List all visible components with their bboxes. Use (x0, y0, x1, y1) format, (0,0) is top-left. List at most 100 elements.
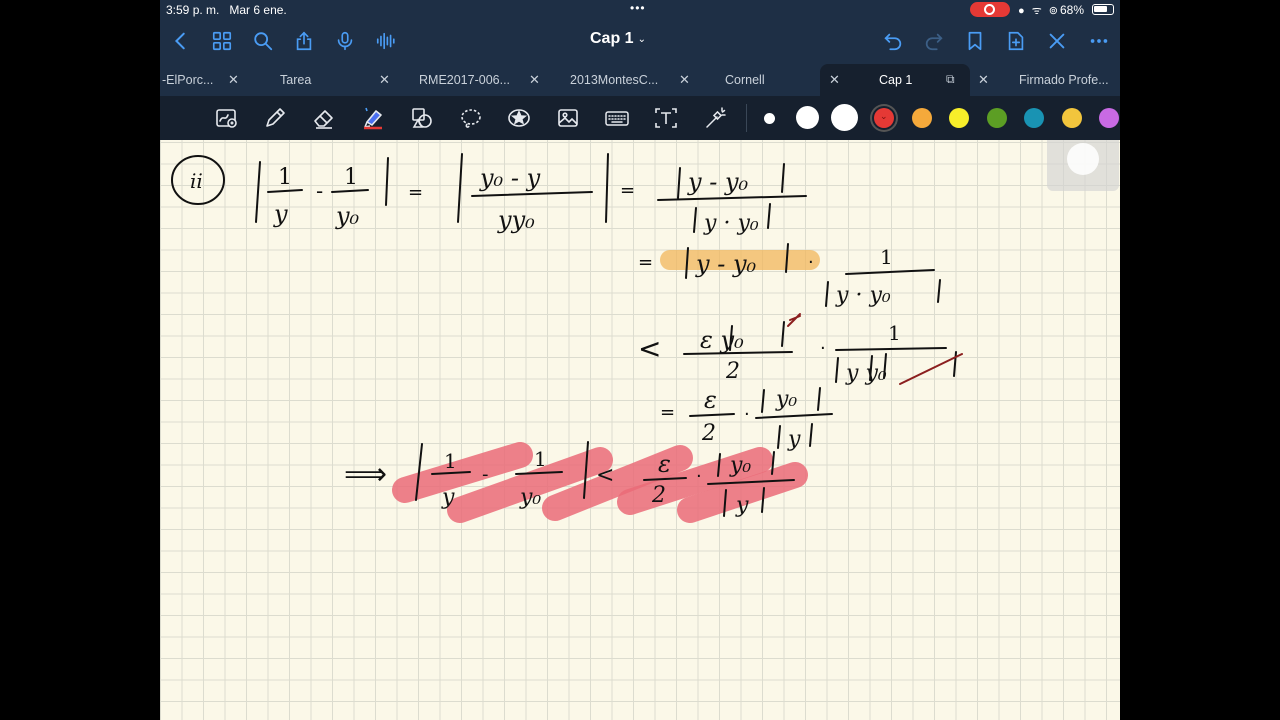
shapes-icon[interactable] (408, 104, 436, 132)
screen-recording-icon[interactable] (970, 2, 1010, 17)
tab-label: 2013MontesC... (570, 73, 659, 87)
keyboard-icon[interactable] (603, 104, 631, 132)
document-title[interactable]: Cap 1 ⌄ (590, 30, 646, 48)
chevron-down-icon: ⌄ (637, 33, 646, 45)
battery-percent: 68% (1060, 3, 1085, 17)
tab-label: RME2017-006... (419, 73, 511, 87)
tab-cornell[interactable]: Cornell (705, 64, 820, 96)
fraction-bar (755, 413, 833, 419)
crossed-exponent (787, 313, 801, 327)
tab-close-icon[interactable]: ✕ (379, 72, 390, 88)
tab-tarea[interactable]: Tarea ✕ (255, 64, 405, 96)
microphone-icon[interactable] (332, 28, 358, 54)
numerator: 1 (344, 165, 358, 190)
toolbar-divider (746, 104, 747, 132)
numerator: 1 (880, 245, 893, 269)
tab-label: Cornell (725, 73, 765, 87)
notebook-page[interactable]: ii 1 y - 1 y₀ = y₀ - y yy₀ = y - y₀ y · … (160, 140, 1120, 720)
handwritten-notes: ii 1 y - 1 y₀ = y₀ - y yy₀ = y - y₀ y · … (171, 153, 963, 523)
add-page-icon[interactable] (1003, 28, 1029, 54)
numerator: y₀ (775, 387, 797, 412)
implies-arrow: ⟹ (344, 457, 387, 492)
pen-size-large[interactable] (831, 104, 858, 131)
numerator: 1 (278, 165, 292, 190)
highlighter-icon[interactable] (359, 104, 387, 132)
color-swatch-purple[interactable] (1099, 108, 1119, 128)
status-date: Mar 6 ene. (229, 3, 287, 17)
denominator: y (441, 485, 455, 510)
denominator: 2 (725, 359, 740, 384)
close-icon[interactable] (1044, 28, 1070, 54)
pen-icon[interactable] (261, 104, 289, 132)
tab-bar: -ElPorc... ✕ Tarea ✕ RME2017-006... ✕ 20… (160, 64, 1120, 96)
numerator: 1 (888, 321, 901, 345)
wifi-icon: ● ᯤ ⊚ (1018, 5, 1061, 17)
fraction-bar (657, 195, 807, 201)
dot: · (820, 338, 826, 359)
color-swatch-green[interactable] (987, 108, 1007, 128)
zoom-handle[interactable] (1047, 140, 1119, 191)
tab-close-icon[interactable]: ✕ (228, 72, 239, 88)
color-swatch-orange[interactable] (912, 108, 932, 128)
tab-label: Firmado Profe... (1019, 73, 1109, 87)
laser-pointer-icon[interactable] (701, 104, 729, 132)
status-time: 3:59 p. m. Mar 6 ene. (166, 3, 287, 17)
eraser-icon[interactable] (310, 104, 338, 132)
minus-sign: - (482, 464, 489, 485)
tab-close-icon[interactable]: ✕ (529, 72, 540, 88)
color-swatch-teal[interactable] (1024, 108, 1044, 128)
denominator: y (787, 427, 801, 452)
fraction-bar (471, 191, 593, 197)
color-swatch-gold[interactable] (1062, 108, 1082, 128)
fraction-bar (689, 413, 735, 417)
denominator: y₀ (335, 202, 360, 230)
zoom-window-icon[interactable] (213, 104, 241, 132)
tab-close-icon[interactable]: ✕ (829, 72, 840, 88)
text-box-icon[interactable] (652, 104, 680, 132)
status-bar: 3:59 p. m. Mar 6 ene. ••• ● ᯤ ⊚ 68% (160, 0, 1120, 20)
undo-icon[interactable] (880, 28, 906, 54)
search-icon[interactable] (250, 28, 276, 54)
numerator: 1 (534, 447, 547, 471)
fraction-bar (845, 269, 935, 275)
image-icon[interactable] (554, 104, 582, 132)
denominator: y (735, 493, 749, 518)
redo-icon[interactable] (921, 28, 947, 54)
dot: · (744, 404, 750, 425)
document-title-label: Cap 1 (590, 30, 634, 47)
denominator-expression: y · y₀ (835, 283, 891, 308)
more-options-icon[interactable] (1086, 28, 1112, 54)
color-swatch-red[interactable]: ⌄ (874, 108, 894, 128)
tab-label: -ElPorc... (162, 73, 214, 87)
numerator: ε (704, 386, 717, 414)
denominator: 2 (651, 483, 666, 508)
numerator: y₀ (729, 453, 751, 478)
split-view-icon[interactable]: ⧉ (946, 72, 955, 87)
pen-size-medium[interactable] (796, 106, 819, 129)
back-icon[interactable] (168, 28, 194, 54)
tab-rme2017[interactable]: RME2017-006... ✕ (405, 64, 555, 96)
bookmark-icon[interactable] (962, 28, 988, 54)
tab-cap1[interactable]: ✕ Cap 1 ⧉ (820, 64, 970, 96)
color-swatch-yellow[interactable] (949, 108, 969, 128)
denominator-expression: y y₀ (845, 361, 887, 386)
multitask-dots-icon[interactable]: ••• (630, 1, 646, 15)
equals-sign: = (620, 180, 635, 201)
numerator-expression: y - y₀ (687, 168, 749, 196)
lasso-icon[interactable] (457, 104, 485, 132)
tab-2013montes[interactable]: 2013MontesC... ✕ (555, 64, 705, 96)
audio-waveform-icon[interactable] (373, 28, 399, 54)
denominator-expression: y · y₀ (703, 211, 759, 236)
tab-close-icon[interactable]: ✕ (679, 72, 690, 88)
elements-star-icon[interactable] (505, 104, 533, 132)
tab-label: Tarea (280, 73, 312, 87)
denominator: 2 (701, 421, 716, 446)
cancel-stroke (899, 353, 963, 385)
tab-close-icon[interactable]: ✕ (978, 72, 989, 88)
thumbnails-grid-icon[interactable] (209, 28, 235, 54)
tab-firmado[interactable]: ✕ Firmado Profe... (970, 64, 1120, 96)
tab-label: Cap 1 (879, 73, 913, 87)
pen-size-small[interactable] (764, 113, 775, 124)
share-icon[interactable] (291, 28, 317, 54)
equals-sign: = (408, 182, 423, 203)
